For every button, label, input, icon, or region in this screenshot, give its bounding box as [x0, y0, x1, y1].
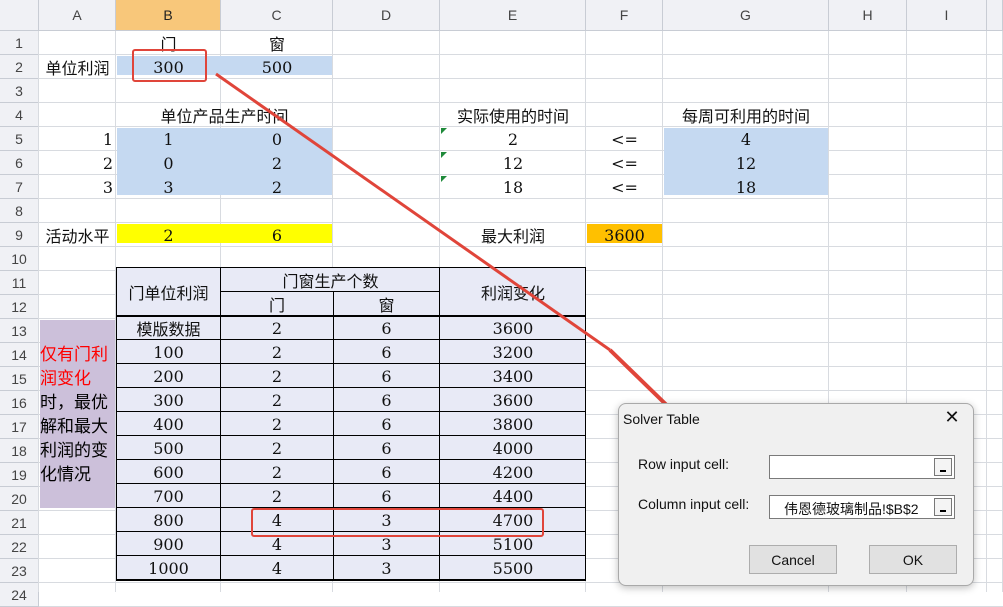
column-input-value: 伟恩德玻璃制品!$B$2: [784, 501, 919, 517]
solver-table-dialog: Solver Table ✕ Row input cell: Column in…: [618, 403, 974, 586]
dialog-title: Solver Table: [623, 411, 700, 427]
row-input-field[interactable]: [769, 455, 955, 479]
ok-button[interactable]: OK: [869, 545, 957, 574]
collapse-dialog-icon[interactable]: [934, 458, 952, 476]
close-icon[interactable]: ✕: [941, 407, 963, 428]
cancel-button[interactable]: Cancel: [749, 545, 837, 574]
column-input-label: Column input cell:: [638, 496, 750, 512]
arrow-line: [215, 72, 611, 352]
row-input-label: Row input cell:: [638, 456, 730, 472]
collapse-dialog-icon[interactable]: [934, 498, 952, 516]
column-input-field[interactable]: 伟恩德玻璃制品!$B$2: [769, 495, 955, 519]
